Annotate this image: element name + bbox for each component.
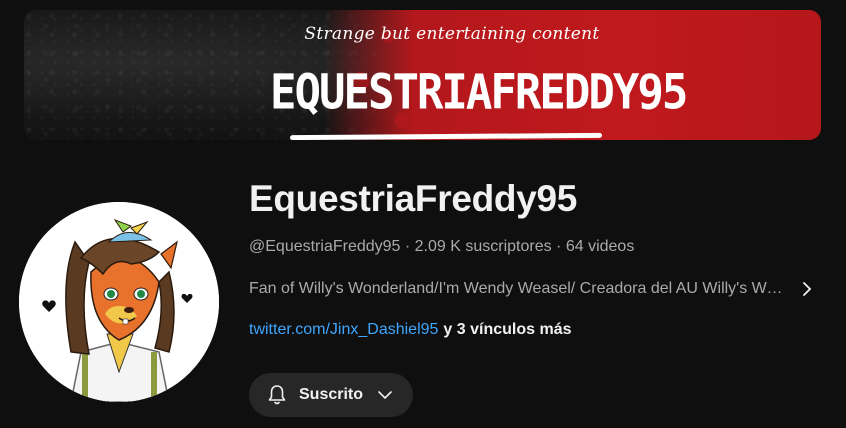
banner-tagline: Strange but entertaining content <box>304 24 600 44</box>
channel-description-row[interactable]: Fan of Willy's Wonderland/I'm Wendy Weas… <box>249 277 819 301</box>
subscribed-label: Suscrito <box>299 386 364 403</box>
chevron-down-icon <box>378 391 392 399</box>
channel-banner: Strange but entertaining content EQUESTR… <box>24 10 821 140</box>
banner-logo-text: EQUESTRIAFREDDY95 <box>270 64 688 121</box>
twitter-link[interactable]: twitter.com/Jinx_Dashiel95 <box>249 321 438 338</box>
channel-name: EquestriaFreddy95 <box>249 178 578 219</box>
more-links-button[interactable]: y 3 vínculos más <box>443 321 571 338</box>
bell-icon <box>268 385 286 405</box>
channel-meta: @EquestriaFreddy95 · 2.09 K suscriptores… <box>249 238 635 255</box>
channel-description: Fan of Willy's Wonderland/I'm Wendy Weas… <box>249 280 789 297</box>
chevron-right-icon[interactable] <box>799 281 815 297</box>
subscribed-button[interactable]: Suscrito <box>249 373 413 417</box>
avatar-illustration <box>19 202 219 402</box>
channel-avatar[interactable] <box>19 202 219 402</box>
channel-links: twitter.com/Jinx_Dashiel95 y 3 vínculos m… <box>249 321 571 339</box>
